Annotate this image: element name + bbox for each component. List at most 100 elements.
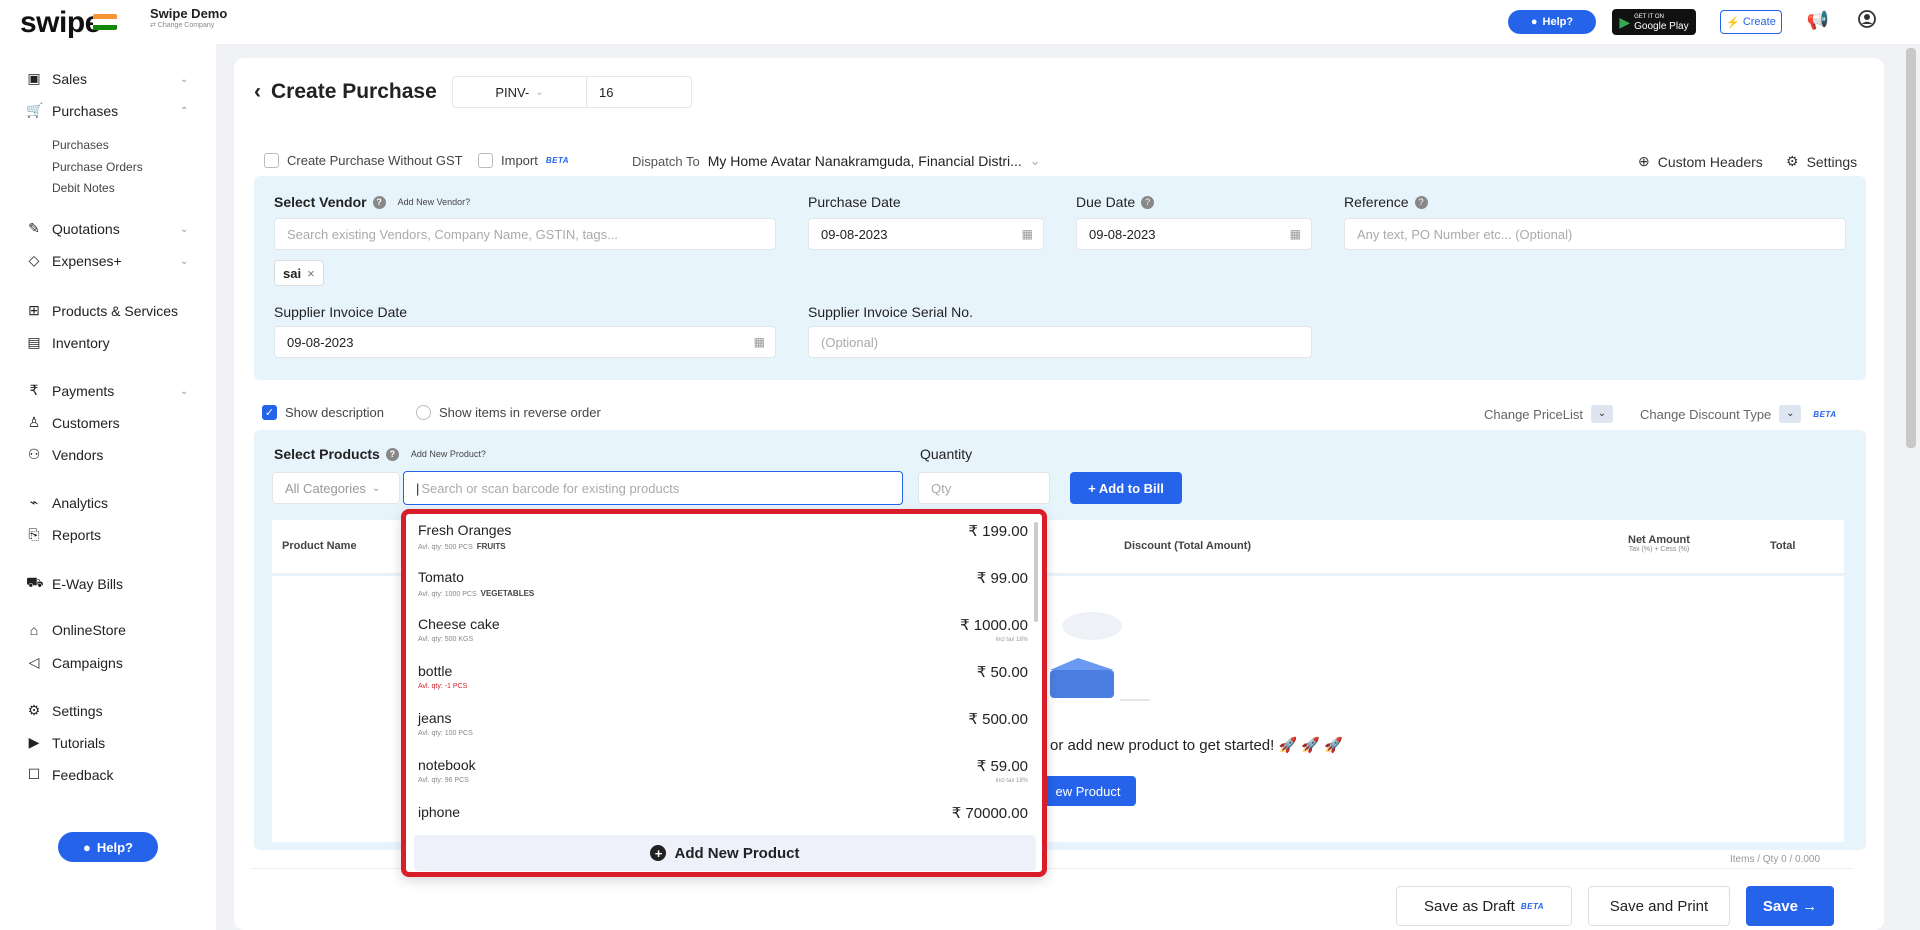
- product-option[interactable]: Fresh Oranges Avl. qty: 500 PCS FRUITS ₹ …: [418, 518, 1028, 565]
- sidebar-item-reports[interactable]: ⎘ Reports: [26, 526, 101, 543]
- product-suggestions-dropdown: Fresh Oranges Avl. qty: 500 PCS FRUITS ₹ …: [401, 509, 1047, 877]
- supplier-serial-input[interactable]: (Optional): [808, 326, 1312, 358]
- sidebar-sub-purchases[interactable]: Purchases: [52, 138, 109, 152]
- show-description-option[interactable]: ✓ Show description: [262, 405, 384, 420]
- import-option[interactable]: Import BETA: [478, 153, 569, 168]
- sidebar-help-button[interactable]: ● Help?: [58, 832, 158, 862]
- question-icon[interactable]: ?: [1414, 195, 1428, 209]
- plus-circle-icon: ⊕: [1638, 153, 1650, 169]
- chevron-down-icon[interactable]: ⌄: [180, 256, 188, 267]
- store-icon: ⌂: [29, 622, 39, 638]
- sidebar-item-vendors[interactable]: ⚇ Vendors: [26, 446, 104, 463]
- dropdown-add-new-product-button[interactable]: + Add New Product: [414, 835, 1036, 871]
- chevron-down-icon[interactable]: ⌄: [1779, 405, 1802, 423]
- col-product-name: Product Name: [282, 540, 357, 552]
- sidebar-item-inventory[interactable]: ▤ Inventory: [26, 334, 109, 351]
- sidebar-item-eway-bills[interactable]: ⛟ E-Way Bills: [26, 574, 123, 593]
- sidebar-item-customers[interactable]: ♙ Customers: [26, 414, 120, 431]
- sidebar-item-onlinestore[interactable]: ⌂ OnlineStore: [26, 622, 126, 638]
- invoice-number-field[interactable]: PINV- ⌄ 16: [452, 76, 692, 108]
- save-and-print-button[interactable]: Save and Print: [1588, 886, 1730, 926]
- help-button[interactable]: ● Help?: [1508, 10, 1596, 34]
- back-arrow-icon[interactable]: ‹: [254, 80, 261, 104]
- user-icon: ♙: [27, 414, 41, 430]
- quantity-input[interactable]: Qty: [918, 472, 1050, 504]
- sidebar-item-tutorials[interactable]: ▶ Tutorials: [26, 734, 106, 751]
- question-icon[interactable]: ?: [372, 195, 386, 209]
- add-to-bill-button[interactable]: + Add to Bill: [1070, 472, 1182, 504]
- company-switcher[interactable]: Swipe Demo ⇄ Change Company: [150, 6, 227, 29]
- chevron-down-icon[interactable]: ⌄: [180, 224, 188, 235]
- lightning-icon: ⚡: [1726, 16, 1740, 29]
- question-icon[interactable]: ?: [1141, 195, 1155, 209]
- add-vendor-link[interactable]: Add New Vendor?: [398, 197, 471, 207]
- company-name: Swipe Demo: [150, 6, 228, 21]
- page-title: ‹ Create Purchase: [254, 80, 437, 104]
- without-gst-option[interactable]: Create Purchase Without GST: [264, 153, 463, 168]
- sidebar-item-feedback[interactable]: ☐ Feedback: [26, 766, 114, 783]
- reference-input[interactable]: Any text, PO Number etc... (Optional): [1344, 218, 1846, 250]
- india-flag-icon: [93, 14, 117, 30]
- add-new-product-button[interactable]: ew Product: [1040, 776, 1136, 806]
- product-option[interactable]: notebook Avl. qty: 96 PCS ₹ 59.00 incl t…: [418, 753, 1028, 800]
- col-total: Total: [1770, 540, 1796, 552]
- sidebar-item-purchases[interactable]: 🛒 Purchases: [26, 102, 118, 119]
- chevron-down-icon[interactable]: ⌄: [180, 74, 188, 85]
- vendor-search-input[interactable]: Search existing Vendors, Company Name, G…: [274, 218, 776, 250]
- show-description-checkbox[interactable]: ✓: [262, 405, 277, 420]
- reverse-order-option[interactable]: Show items in reverse order: [416, 405, 601, 420]
- user-profile-icon[interactable]: [1855, 10, 1879, 34]
- due-date-field[interactable]: 09-08-2023 ▦: [1076, 218, 1312, 250]
- sidebar-item-campaigns[interactable]: ◁ Campaigns: [26, 654, 123, 671]
- sidebar-sub-debit-notes[interactable]: Debit Notes: [52, 181, 115, 195]
- due-date-label: Due Date ?: [1076, 194, 1155, 210]
- invoice-prefix-select[interactable]: PINV- ⌄: [453, 77, 587, 107]
- announcement-icon[interactable]: 📢: [1806, 10, 1830, 34]
- product-option[interactable]: bottle Avl. qty: -1 PCS ₹ 50.00: [418, 659, 1028, 706]
- sidebar-item-analytics[interactable]: ⌁ Analytics: [26, 494, 108, 511]
- calendar-icon: ▦: [1021, 227, 1033, 241]
- create-button[interactable]: ⚡ Create: [1720, 10, 1782, 34]
- change-pricelist[interactable]: Change PriceList ⌄: [1484, 405, 1613, 423]
- without-gst-checkbox[interactable]: [264, 153, 279, 168]
- dropdown-scrollbar[interactable]: [1034, 522, 1038, 622]
- change-discount-type[interactable]: Change Discount Type ⌄ BETA: [1640, 405, 1836, 423]
- swipe-logo[interactable]: swipe: [20, 6, 101, 40]
- chevron-down-icon[interactable]: ⌄: [180, 386, 188, 397]
- save-as-draft-button[interactable]: Save as Draft BETA: [1396, 886, 1572, 926]
- reverse-order-toggle[interactable]: [416, 405, 431, 420]
- google-play-button[interactable]: ▶ GET IT ON Google Play: [1612, 9, 1696, 35]
- sidebar-item-payments[interactable]: ₹ Payments: [26, 382, 115, 399]
- product-search-input[interactable]: | Search or scan barcode for existing pr…: [403, 471, 903, 505]
- plus-circle-icon: +: [650, 845, 667, 861]
- invoice-number-input[interactable]: 16: [587, 85, 613, 100]
- close-icon[interactable]: ×: [307, 266, 315, 281]
- save-button[interactable]: Save →: [1746, 886, 1834, 926]
- sidebar-item-sales[interactable]: ▣ Sales: [26, 70, 87, 87]
- add-product-link[interactable]: Add New Product?: [411, 449, 486, 459]
- text-cursor: |: [416, 480, 420, 496]
- question-icon[interactable]: ?: [385, 447, 399, 461]
- change-company-link[interactable]: ⇄ Change Company: [150, 21, 227, 29]
- category-select[interactable]: All Categories ⌄: [272, 472, 400, 504]
- custom-headers-button[interactable]: ⊕ Custom Headers: [1638, 153, 1763, 170]
- page-scrollbar[interactable]: [1906, 48, 1916, 448]
- sidebar-item-settings[interactable]: ⚙ Settings: [26, 702, 103, 719]
- sidebar-item-products[interactable]: ⊞ Products & Services: [26, 302, 178, 319]
- product-option[interactable]: jeans Avl. qty: 100 PCS ₹ 500.00: [418, 706, 1028, 753]
- sidebar-sub-purchase-orders[interactable]: Purchase Orders: [52, 160, 143, 174]
- dispatch-to[interactable]: Dispatch To My Home Avatar Nanakramguda,…: [632, 153, 1041, 169]
- settings-button[interactable]: ⚙ Settings: [1786, 153, 1857, 170]
- empty-state-message: or add new product to get started! 🚀 🚀 🚀: [1050, 737, 1343, 754]
- chevron-down-icon[interactable]: ⌄: [1591, 405, 1613, 423]
- sidebar-item-expenses[interactable]: ◇ Expenses+: [26, 252, 122, 269]
- product-option[interactable]: Tomato Avl. qty: 1000 PCS VEGETABLES ₹ 99…: [418, 565, 1028, 612]
- purchase-date-field[interactable]: 09-08-2023 ▦: [808, 218, 1044, 250]
- product-option[interactable]: iphone ₹ 70000.00: [418, 800, 1028, 830]
- product-option[interactable]: Cheese cake Avl. qty: 500 KGS ₹ 1000.00 …: [418, 612, 1028, 659]
- chevron-up-icon[interactable]: ⌃: [180, 106, 188, 117]
- supplier-invoice-date-field[interactable]: 09-08-2023 ▦: [274, 326, 776, 358]
- import-checkbox[interactable]: [478, 153, 493, 168]
- youtube-icon: ▶: [28, 734, 40, 750]
- sidebar-item-quotations[interactable]: ✎ Quotations: [26, 220, 120, 237]
